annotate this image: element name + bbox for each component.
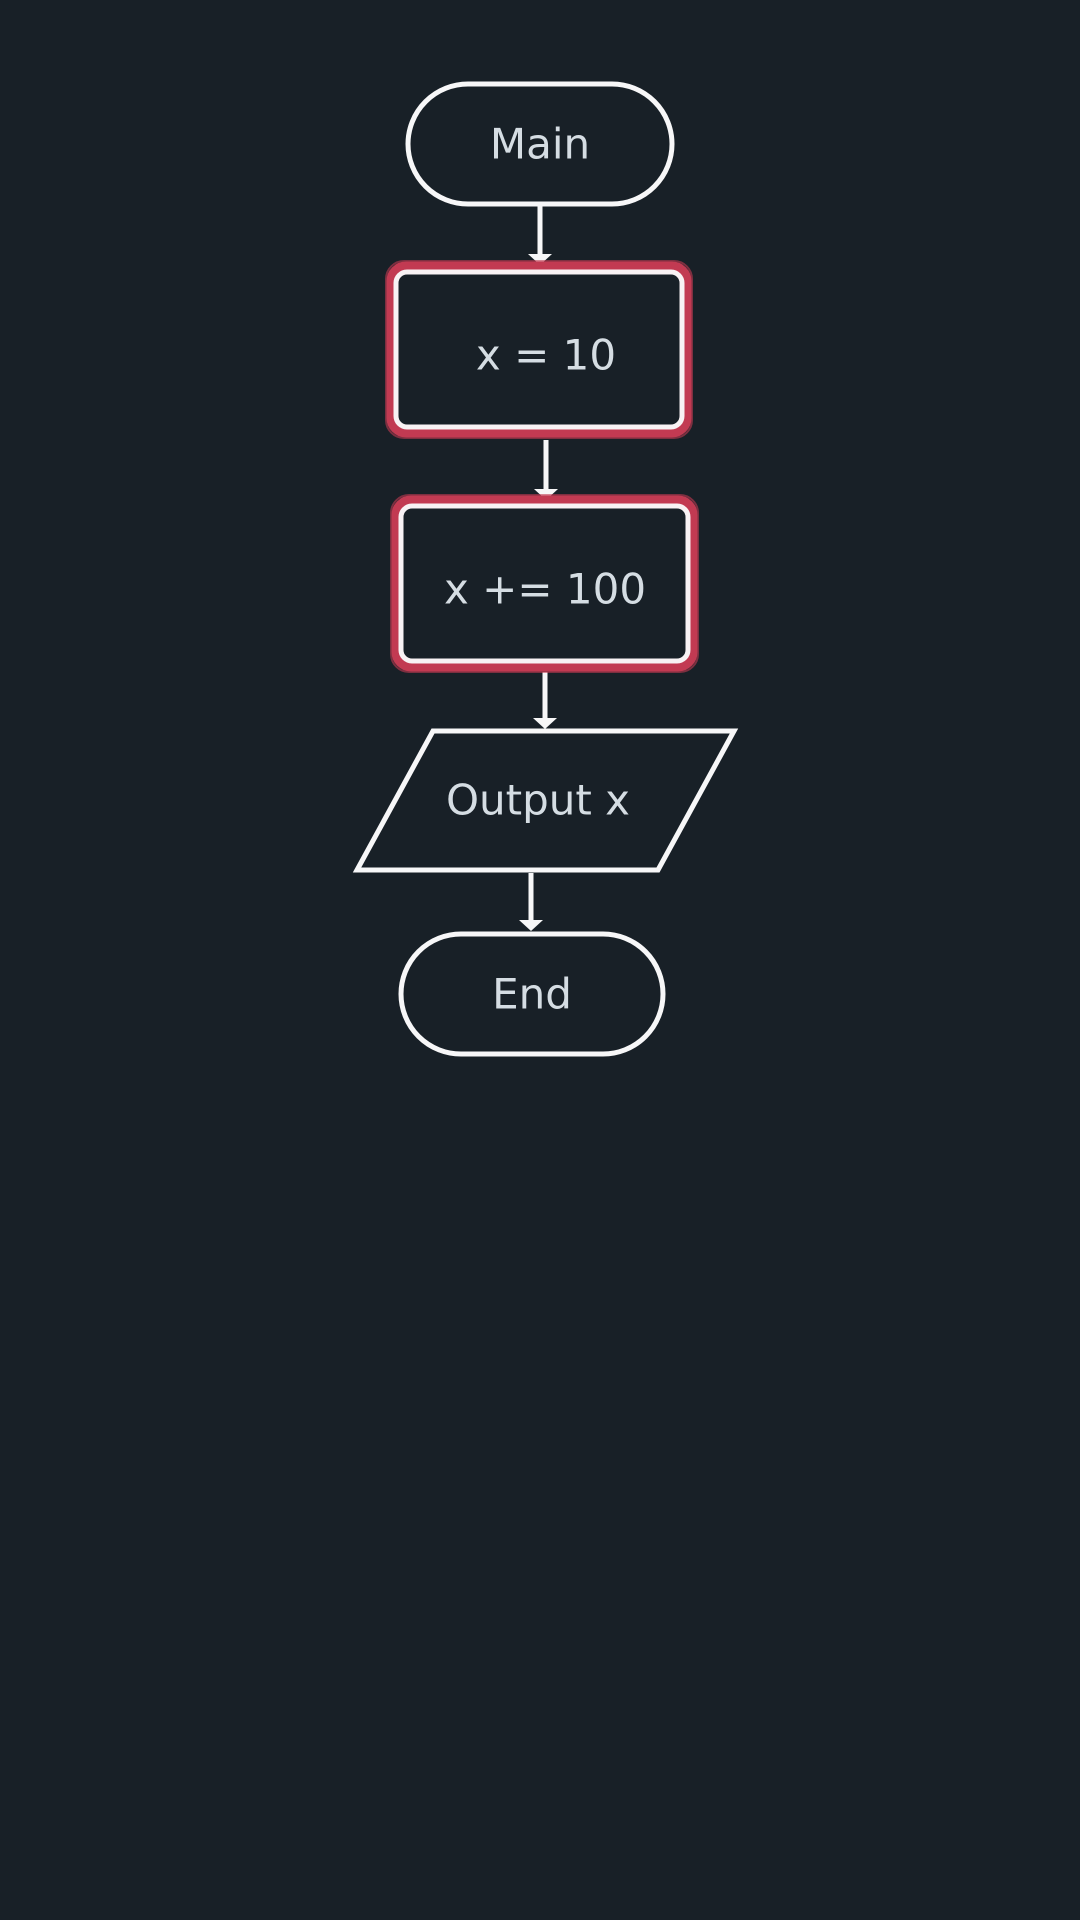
node-assign[interactable]: x = 10 — [385, 260, 693, 439]
node-assign-label: x = 10 — [476, 331, 616, 380]
connector-output-to-end — [519, 873, 543, 931]
flowchart-diagram: Main x = 10 x += 100 Output x End — [352, 81, 739, 1057]
node-increment-label: x += 100 — [444, 565, 646, 614]
node-end-label: End — [492, 970, 572, 1019]
node-main-label: Main — [490, 120, 590, 169]
node-main[interactable]: Main — [405, 81, 675, 207]
node-output[interactable]: Output x — [352, 728, 739, 873]
connector-assign-to-increment — [534, 440, 558, 500]
connector-increment-to-output — [533, 672, 557, 729]
node-end[interactable]: End — [398, 931, 666, 1057]
node-increment[interactable]: x += 100 — [390, 494, 699, 673]
connector-main-to-assign — [528, 206, 552, 265]
node-output-label: Output x — [446, 776, 630, 825]
